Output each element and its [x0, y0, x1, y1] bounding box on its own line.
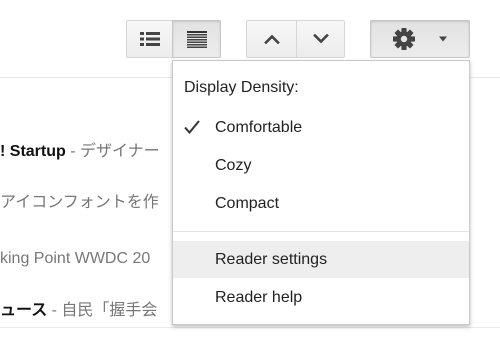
article-snippet: - 自民「握手会 — [47, 302, 158, 319]
menu-item-label: Compact — [215, 195, 280, 212]
checkmark-icon — [184, 120, 200, 135]
menu-item-label: Reader settings — [215, 251, 328, 268]
reader-help-item[interactable]: Reader help — [173, 279, 469, 316]
article-snippet: - デザイナー — [65, 143, 160, 160]
chevron-up-icon — [263, 34, 280, 44]
settings-button[interactable] — [370, 20, 470, 58]
gear-icon — [393, 28, 415, 50]
settings-menu: Display Density: Comfortable Cozy Compac… — [172, 60, 470, 325]
display-density-heading: Display Density: — [184, 79, 299, 96]
article-snippet: アイコンフォントを作 — [0, 194, 159, 211]
menu-item-label: Comfortable — [215, 119, 303, 136]
list-divider — [0, 327, 500, 328]
list-view-button[interactable] — [126, 20, 173, 58]
article-title: ュース — [0, 302, 48, 319]
density-compact-option[interactable]: Compact — [173, 185, 469, 222]
chevron-down-icon — [312, 34, 329, 44]
reader-settings-item[interactable]: Reader settings — [173, 241, 469, 278]
menu-item-label: Reader help — [215, 289, 303, 306]
previous-item-button[interactable] — [246, 20, 297, 58]
article-snippet: king Point WWDC 20 — [0, 250, 151, 267]
expanded-view-icon — [186, 30, 207, 48]
list-view-icon — [139, 32, 160, 46]
reader-window: ! Startup - デザイナー アイコンフォントを作 king Point … — [0, 0, 500, 338]
next-item-button[interactable] — [296, 20, 345, 58]
expanded-view-button[interactable] — [172, 20, 221, 58]
article-title: ! Startup — [0, 143, 66, 160]
density-cozy-option[interactable]: Cozy — [173, 147, 469, 184]
menu-separator — [173, 231, 469, 232]
menu-item-label: Cozy — [215, 157, 252, 174]
caret-down-icon — [439, 36, 447, 42]
density-comfortable-option[interactable]: Comfortable — [173, 109, 469, 146]
